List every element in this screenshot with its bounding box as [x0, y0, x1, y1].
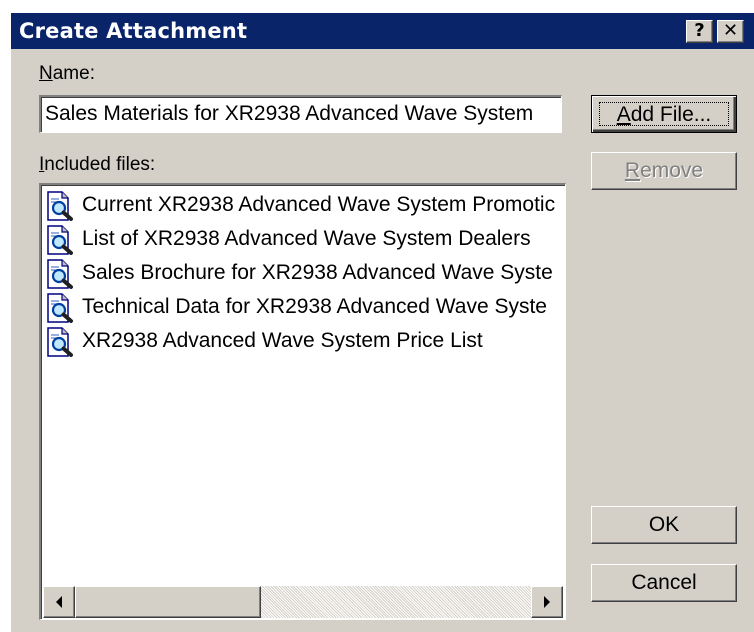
document-magnifier-icon [45, 259, 75, 289]
document-magnifier-icon [45, 293, 75, 323]
name-label: Name: [39, 63, 95, 84]
help-button[interactable]: ? [686, 20, 713, 43]
list-item[interactable]: Sales Brochure for XR2938 Advanced Wave … [45, 258, 565, 290]
arrow-right-icon [544, 596, 550, 608]
focus-rect: Add File... [599, 102, 729, 126]
list-item[interactable]: Current XR2938 Advanced Wave System Prom… [45, 190, 565, 222]
list-item-label: Sales Brochure for XR2938 Advanced Wave … [82, 261, 553, 284]
help-icon: ? [694, 20, 705, 41]
list-item[interactable]: XR2938 Advanced Wave System Price List [45, 326, 565, 358]
list-item[interactable]: List of XR2938 Advanced Wave System Deal… [45, 224, 565, 256]
horizontal-scrollbar[interactable] [43, 586, 563, 618]
ok-button[interactable]: OK [591, 506, 737, 544]
create-attachment-dialog: Create Attachment ? ✕ Name: Sales Materi… [10, 12, 754, 632]
list-item-label: Current XR2938 Advanced Wave System Prom… [82, 193, 556, 216]
cancel-button[interactable]: Cancel [591, 564, 737, 602]
remove-button[interactable]: Remove [591, 152, 737, 190]
close-button[interactable]: ✕ [717, 20, 744, 43]
list-item[interactable]: Technical Data for XR2938 Advanced Wave … [45, 292, 565, 324]
name-input[interactable]: Sales Materials for XR2938 Advanced Wave… [39, 95, 562, 133]
close-icon: ✕ [722, 20, 739, 41]
title-bar[interactable]: Create Attachment ? ✕ [11, 13, 754, 49]
list-item-label: Technical Data for XR2938 Advanced Wave … [82, 295, 547, 318]
scroll-left-button[interactable] [43, 586, 75, 618]
included-files-label: Included files: [39, 154, 156, 175]
document-magnifier-icon [45, 225, 75, 255]
arrow-left-icon [56, 596, 62, 608]
document-magnifier-icon [45, 327, 75, 357]
window-title: Create Attachment [19, 19, 248, 43]
document-magnifier-icon [45, 191, 75, 221]
list-item-label: List of XR2938 Advanced Wave System Deal… [82, 227, 531, 250]
list-item-label: XR2938 Advanced Wave System Price List [82, 329, 483, 352]
included-files-list[interactable]: Current XR2938 Advanced Wave System Prom… [39, 183, 566, 620]
scroll-right-button[interactable] [531, 586, 563, 618]
add-file-button[interactable]: Add File... [591, 95, 737, 133]
scrollbar-thumb[interactable] [75, 586, 261, 618]
